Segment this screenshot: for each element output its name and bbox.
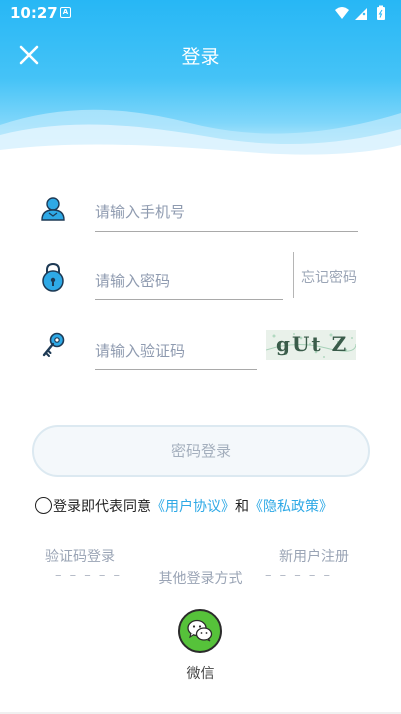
wechat-label: 微信 [186, 666, 215, 682]
sms-login-link[interactable]: 验证码登录 [45, 546, 115, 566]
header-background [0, 0, 401, 175]
agreement-radio[interactable] [35, 497, 52, 514]
status-bar: 10:27 A [0, 0, 401, 26]
signal-icon [355, 8, 367, 20]
code-underline [95, 369, 257, 370]
lock-icon [42, 262, 64, 292]
wechat-login-button[interactable] [178, 609, 222, 653]
other-login-label: 其他登录方式 [158, 571, 243, 587]
phone-input[interactable] [95, 200, 357, 224]
user-icon [41, 197, 65, 221]
captcha-image[interactable]: gUt Z [266, 330, 356, 360]
phone-underline [95, 231, 358, 232]
forgot-divider [293, 252, 294, 298]
user-agreement-link[interactable]: 《用户协议》 [151, 499, 235, 515]
forgot-password-link[interactable]: 忘记密码 [301, 267, 357, 287]
page-title: 登录 [181, 46, 220, 68]
password-login-button[interactable]: 密码登录 [32, 425, 370, 477]
wave-decoration [0, 109, 401, 175]
wifi-icon [335, 7, 349, 19]
agreement-row: 登录即代表同意《用户协议》和《隐私政策》 [35, 496, 333, 516]
verification-code-input[interactable] [95, 339, 255, 363]
agreement-and: 和 [235, 499, 249, 515]
notification-icon: A [60, 7, 71, 18]
wechat-icon [187, 619, 213, 642]
captcha-text: gUt Z [276, 332, 349, 356]
status-time: 10:27 [10, 4, 58, 22]
divider-dashes-right: – – – – – [265, 568, 333, 583]
privacy-policy-link[interactable]: 《隐私政策》 [249, 499, 333, 515]
key-icon [42, 332, 65, 357]
agreement-prefix: 登录即代表同意 [53, 499, 151, 515]
register-link[interactable]: 新用户注册 [279, 546, 349, 566]
password-input[interactable] [95, 269, 281, 293]
password-underline [95, 299, 283, 300]
system-status-icons [335, 5, 385, 20]
